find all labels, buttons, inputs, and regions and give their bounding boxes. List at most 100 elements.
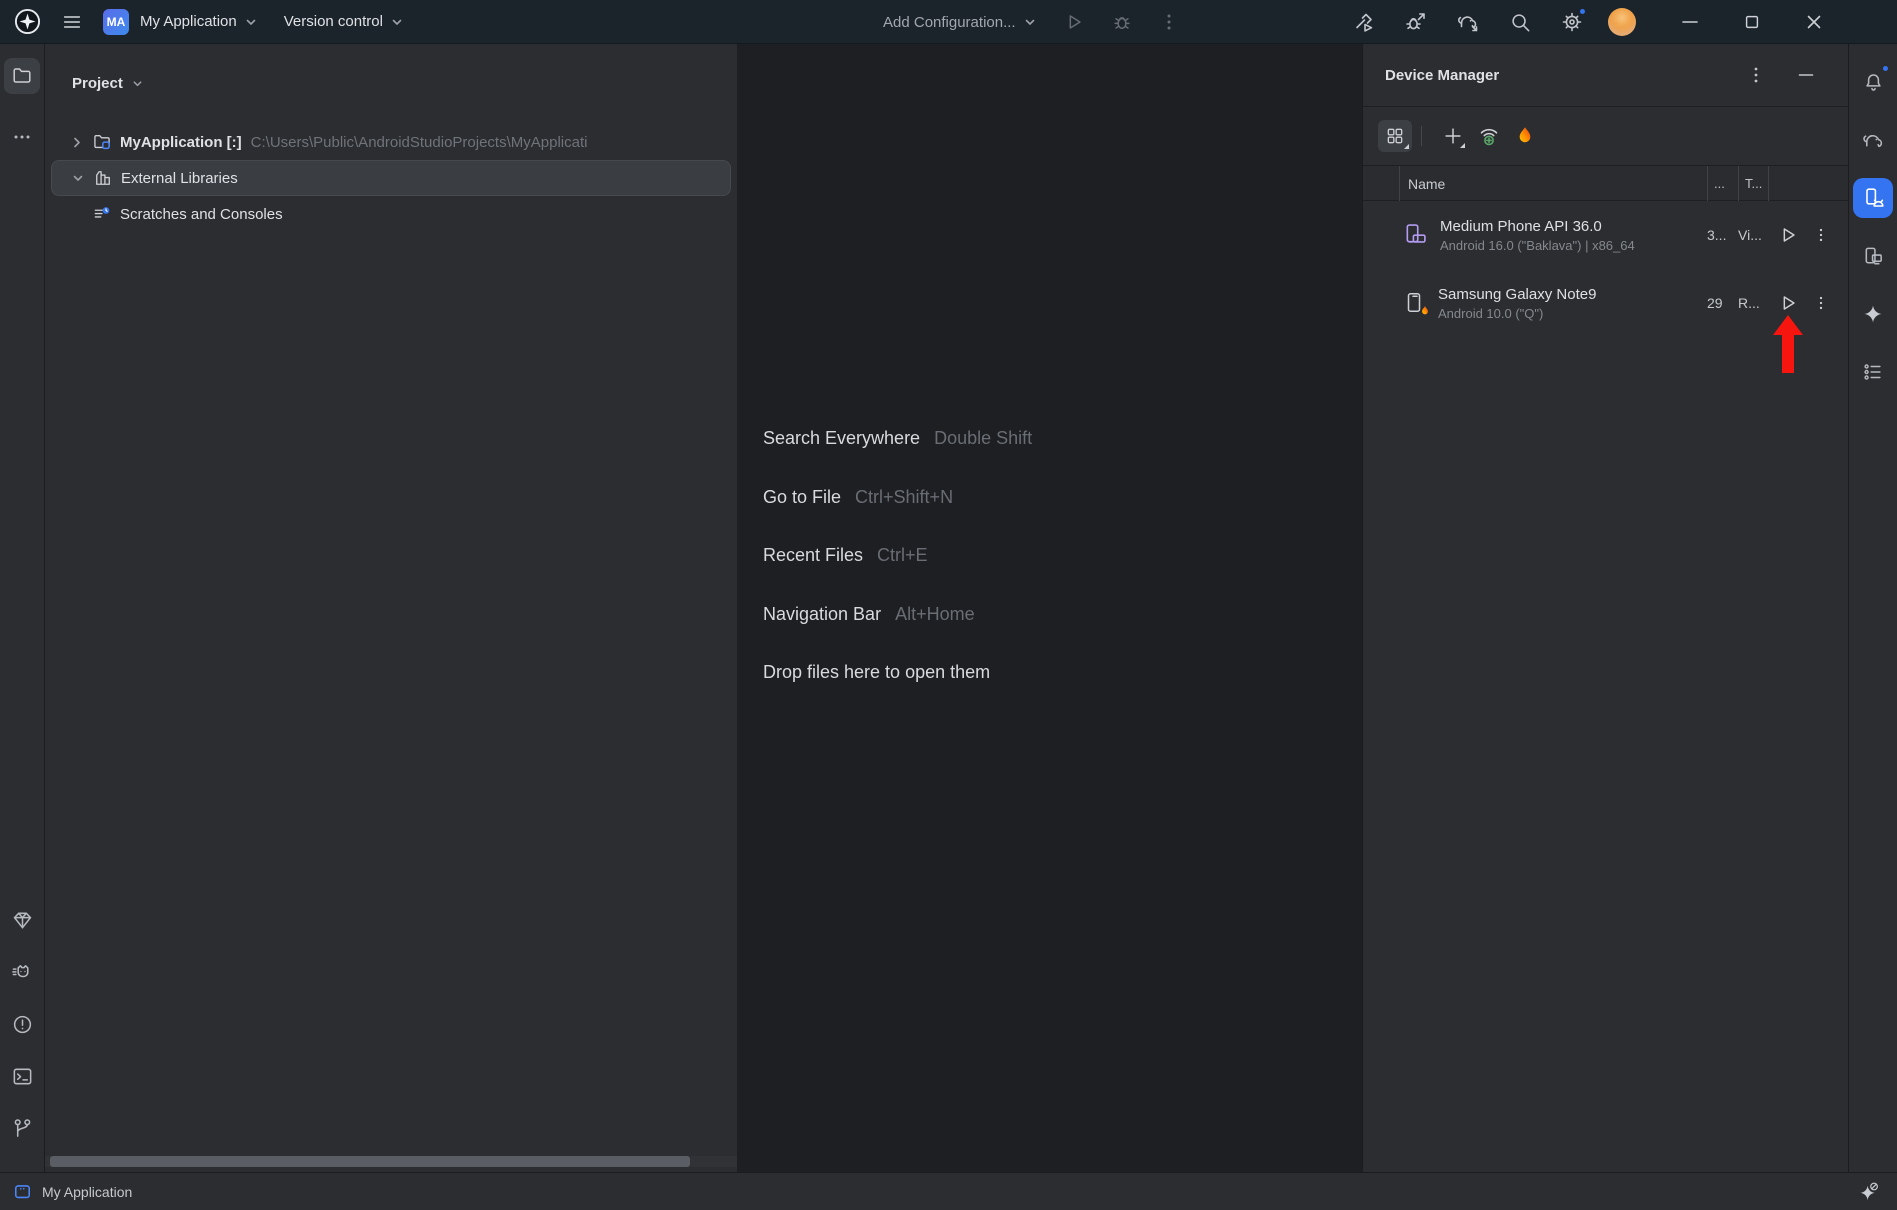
firebase-flame-icon[interactable] — [1510, 121, 1540, 151]
project-folder-icon — [92, 132, 112, 152]
vcs-widget[interactable]: Version control — [284, 13, 404, 30]
pair-devices-wifi-icon[interactable] — [1474, 121, 1504, 151]
add-device-button[interactable] — [1438, 121, 1468, 151]
shortcut-label: Go to File — [763, 487, 841, 508]
project-widget[interactable]: MA My Application — [103, 9, 258, 35]
tree-item-label: Scratches and Consoles — [120, 206, 283, 223]
project-window-icon[interactable] — [13, 1182, 32, 1201]
device-api-level: 29 — [1707, 295, 1738, 311]
toolbar-separator — [1421, 126, 1422, 146]
gradle-sync-icon[interactable] — [1456, 10, 1480, 34]
settings-notification-dot — [1578, 7, 1587, 16]
structure-list-icon[interactable] — [1853, 352, 1893, 392]
right-tool-rail — [1848, 44, 1897, 1172]
grid-view-button[interactable] — [1378, 120, 1412, 152]
titlebar: MA My Application Version control Add Co… — [0, 0, 1897, 44]
scrollbar-thumb[interactable] — [50, 1156, 690, 1167]
chevron-down-icon — [244, 15, 258, 29]
external-libraries-icon — [93, 168, 113, 188]
vcs-widget-label: Version control — [284, 13, 383, 30]
tree-row-myapplication[interactable]: MyApplication [:] C:\Users\Public\Androi… — [45, 124, 737, 160]
tree-row-external-libraries[interactable]: External Libraries — [51, 160, 731, 196]
terminal-icon[interactable] — [4, 1058, 40, 1094]
shortcut-hint-row: Recent Files Ctrl+E — [763, 545, 1032, 604]
problems-icon[interactable] — [4, 1006, 40, 1042]
more-tool-windows-icon[interactable] — [4, 119, 40, 155]
logcat-cat-icon[interactable] — [4, 954, 40, 990]
chevron-down-icon[interactable] — [71, 171, 85, 185]
search-icon[interactable] — [1508, 11, 1532, 34]
settings-gear-icon[interactable] — [1560, 10, 1584, 34]
debug-button[interactable] — [1111, 11, 1133, 33]
project-panel-title[interactable]: Project — [72, 75, 123, 92]
name-column-header[interactable]: Name — [1399, 166, 1707, 201]
chevron-down-icon — [390, 15, 404, 29]
status-bar: My Application — [0, 1172, 1897, 1210]
shortcut-label: Search Everywhere — [763, 428, 920, 449]
actions-column-header — [1768, 166, 1848, 201]
android-studio-logo-icon — [14, 8, 41, 35]
hide-panel-icon[interactable] — [1794, 65, 1818, 85]
shortcut-hint-row: Search Everywhere Double Shift — [763, 428, 1032, 487]
type-column-header[interactable]: T... — [1738, 166, 1768, 201]
android-studio-window: MA My Application Version control Add Co… — [0, 0, 1897, 1210]
gemini-sparkle-icon[interactable] — [1853, 294, 1893, 334]
run-configuration-label: Add Configuration... — [883, 14, 1016, 31]
panel-options-icon[interactable] — [1744, 65, 1768, 85]
user-avatar[interactable] — [1608, 8, 1636, 36]
device-manager-tool-button[interactable] — [1853, 178, 1893, 218]
tree-row-scratches[interactable]: Scratches and Consoles — [45, 196, 737, 232]
git-branch-icon[interactable] — [4, 1110, 40, 1146]
status-project-name[interactable]: My Application — [42, 1184, 132, 1200]
horizontal-scrollbar[interactable] — [45, 1156, 737, 1167]
device-api-level: 3... — [1707, 227, 1738, 243]
shortcut-keys: Alt+Home — [895, 604, 975, 625]
device-details: Android 16.0 ("Baklava") | x86_64 — [1440, 238, 1635, 253]
running-devices-tool-icon[interactable] — [1853, 236, 1893, 276]
minimize-button[interactable] — [1670, 0, 1710, 44]
device-name: Medium Phone API 36.0 — [1440, 218, 1635, 235]
build-run-icon[interactable] — [1352, 10, 1376, 34]
device-details: Android 10.0 ("Q") — [1438, 306, 1596, 321]
more-actions-icon[interactable] — [1159, 12, 1179, 32]
red-arrow-annotation — [1773, 315, 1803, 373]
device-table-header: Name ... T... — [1363, 166, 1848, 201]
gradle-tool-icon[interactable] — [1853, 120, 1893, 160]
tree-item-path: C:\Users\Public\AndroidStudioProjects\My… — [251, 134, 588, 151]
device-menu-icon[interactable] — [1812, 226, 1830, 244]
maximize-button[interactable] — [1732, 0, 1772, 44]
project-tool-button[interactable] — [4, 58, 40, 94]
shortcut-label: Recent Files — [763, 545, 863, 566]
tree-item-label: External Libraries — [121, 170, 238, 187]
physical-device-icon — [1403, 291, 1427, 315]
device-menu-icon[interactable] — [1812, 294, 1830, 312]
chevron-right-icon[interactable] — [70, 135, 84, 149]
drop-files-hint: Drop files here to open them — [763, 662, 1032, 721]
attach-debugger-icon[interactable] — [1404, 10, 1428, 34]
shortcut-hints: Search Everywhere Double Shift Go to Fil… — [763, 428, 1032, 721]
start-device-button[interactable] — [1777, 292, 1799, 314]
chevron-down-icon — [1023, 15, 1037, 29]
device-row-medium-phone[interactable]: Medium Phone API 36.0 Android 16.0 ("Bak… — [1363, 201, 1848, 269]
notification-dot — [1881, 64, 1890, 73]
dropdown-corner — [1460, 143, 1465, 148]
tree-item-label: MyApplication [:] — [120, 134, 242, 151]
hamburger-menu-icon[interactable] — [61, 11, 83, 33]
start-device-button[interactable] — [1777, 224, 1799, 246]
app-quality-insights-gem-icon[interactable] — [4, 902, 40, 938]
shortcut-keys: Ctrl+Shift+N — [855, 487, 953, 508]
device-type: Vi... — [1738, 227, 1768, 243]
left-tool-rail — [0, 44, 45, 1172]
notifications-bell-icon[interactable] — [1853, 62, 1893, 102]
device-manager-toolbar — [1363, 107, 1848, 166]
shortcut-hint-row: Navigation Bar Alt+Home — [763, 604, 1032, 663]
api-column-header[interactable]: ... — [1707, 166, 1738, 201]
close-button[interactable] — [1794, 0, 1834, 44]
virtual-device-icon — [1403, 222, 1429, 248]
run-configuration-selector[interactable]: Add Configuration... — [883, 14, 1037, 31]
gemini-disabled-icon[interactable] — [1858, 1181, 1880, 1203]
project-badge: MA — [103, 9, 129, 35]
selection-column-header — [1363, 166, 1399, 201]
run-button[interactable] — [1063, 11, 1085, 33]
editor-area: Search Everywhere Double Shift Go to Fil… — [737, 44, 1363, 1172]
